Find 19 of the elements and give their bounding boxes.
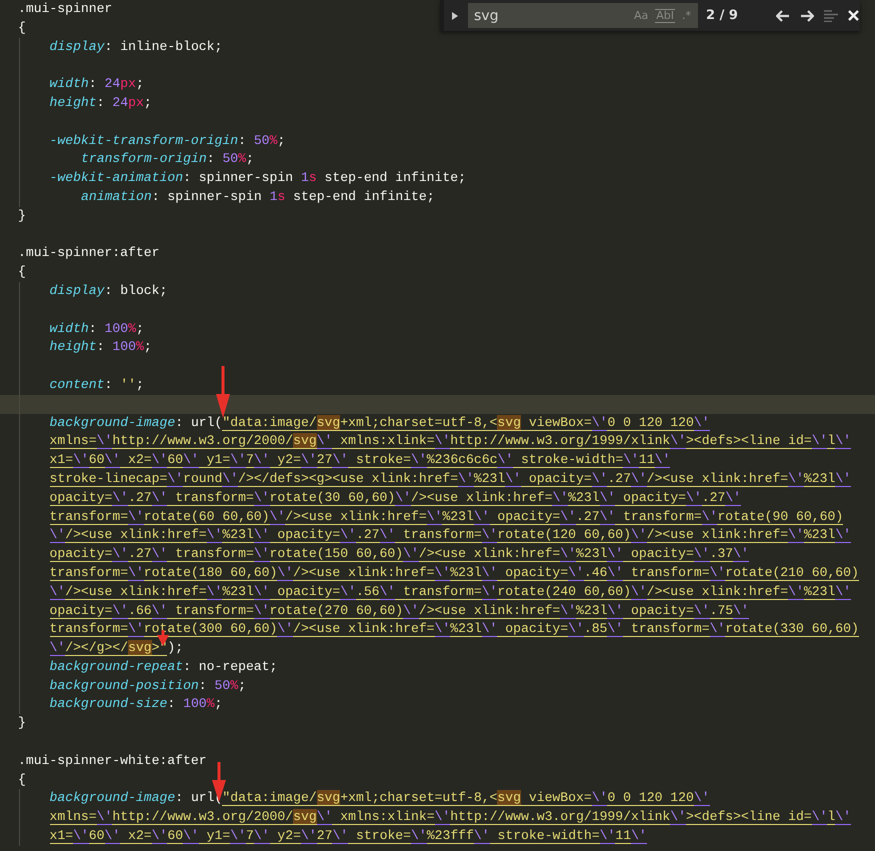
search-field[interactable]: svg Aa AbI .* [468,3,698,28]
code-line: } [17,714,26,732]
close-icon[interactable] [848,10,859,21]
option-toggle-button[interactable]: AbI [655,8,675,22]
annotation-arrow [215,366,231,418]
code-line: } [17,206,26,225]
lines-icon[interactable] [824,10,838,22]
match-count: 2 / 9 [706,8,738,23]
code-line: { [17,18,26,37]
code-line: { [17,263,26,282]
code-line: .mui-spinner-white:after [17,752,207,770]
next-arrow-icon[interactable] [800,10,814,22]
code-line: .mui-spinner [17,0,112,18]
option-toggle-button[interactable]: .* [681,9,692,22]
code-line: { [17,770,26,789]
expand-icon[interactable] [452,12,458,20]
previous-arrow-icon[interactable] [776,10,790,22]
code-line: .mui-spinner:after [17,244,160,262]
option-toggle-button[interactable]: Aa [632,9,650,22]
